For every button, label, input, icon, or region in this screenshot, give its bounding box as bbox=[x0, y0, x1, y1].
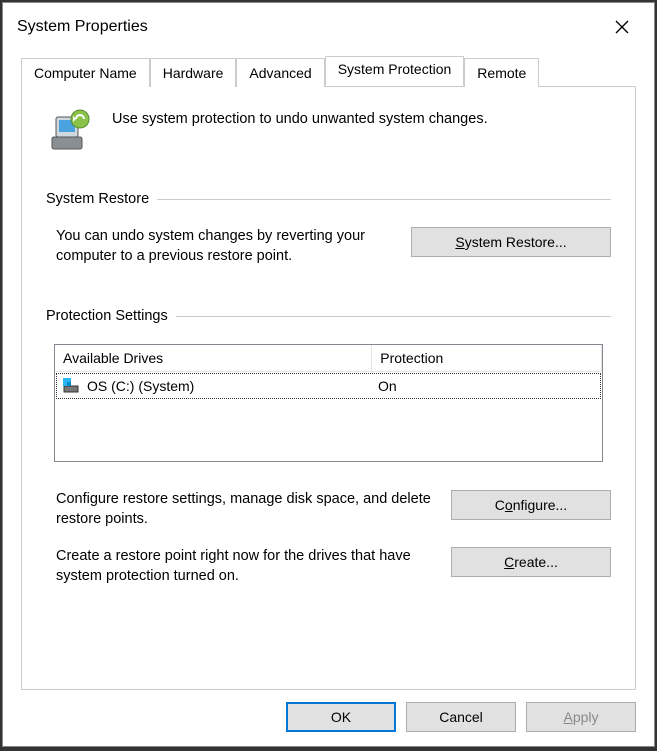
system-protection-icon bbox=[46, 107, 94, 155]
tab-system-protection[interactable]: System Protection bbox=[325, 56, 465, 86]
configure-description: Configure restore settings, manage disk … bbox=[56, 490, 433, 529]
close-icon bbox=[615, 20, 629, 34]
tabs: Computer Name Hardware Advanced System P… bbox=[21, 57, 636, 87]
drives-listview[interactable]: Available Drives Protection bbox=[54, 344, 603, 462]
protection-settings-heading: Protection Settings bbox=[46, 308, 168, 324]
system-properties-window: System Properties Computer Name Hardware… bbox=[2, 2, 655, 747]
divider bbox=[176, 316, 611, 317]
table-row[interactable]: OS (C:) (System) On bbox=[56, 373, 601, 399]
intro-text: Use system protection to undo unwanted s… bbox=[112, 107, 488, 127]
restore-description: You can undo system changes by reverting… bbox=[56, 227, 393, 266]
group-system-restore: System Restore You can undo system chang… bbox=[46, 191, 611, 266]
col-protection[interactable]: Protection bbox=[372, 345, 602, 371]
drive-icon bbox=[63, 378, 83, 394]
titlebar: System Properties bbox=[3, 3, 654, 47]
divider bbox=[157, 199, 611, 200]
drive-name: OS (C:) (System) bbox=[87, 378, 194, 394]
tabpage-system-protection: Use system protection to undo unwanted s… bbox=[21, 87, 636, 690]
create-description: Create a restore point right now for the… bbox=[56, 547, 433, 586]
tab-hardware[interactable]: Hardware bbox=[150, 58, 237, 87]
create-button[interactable]: Create... bbox=[451, 547, 611, 577]
ok-button[interactable]: OK bbox=[286, 702, 396, 732]
cancel-button[interactable]: Cancel bbox=[406, 702, 516, 732]
system-restore-heading: System Restore bbox=[46, 191, 149, 207]
tab-computer-name[interactable]: Computer Name bbox=[21, 58, 150, 87]
dialog-footer: OK Cancel Apply bbox=[3, 690, 654, 746]
system-restore-button[interactable]: System Restore... bbox=[411, 227, 611, 257]
configure-button[interactable]: Configure... bbox=[451, 490, 611, 520]
window-title: System Properties bbox=[17, 18, 148, 36]
tab-remote[interactable]: Remote bbox=[464, 58, 539, 87]
col-available-drives[interactable]: Available Drives bbox=[55, 345, 372, 371]
intro-row: Use system protection to undo unwanted s… bbox=[46, 107, 611, 155]
content-area: Computer Name Hardware Advanced System P… bbox=[3, 47, 654, 690]
apply-button: Apply bbox=[526, 702, 636, 732]
drive-protection-status: On bbox=[372, 376, 600, 396]
close-button[interactable] bbox=[602, 12, 642, 42]
group-protection-settings: Protection Settings Available Drives Pro… bbox=[46, 308, 611, 586]
tab-advanced[interactable]: Advanced bbox=[236, 58, 324, 87]
listview-header: Available Drives Protection bbox=[55, 345, 602, 372]
